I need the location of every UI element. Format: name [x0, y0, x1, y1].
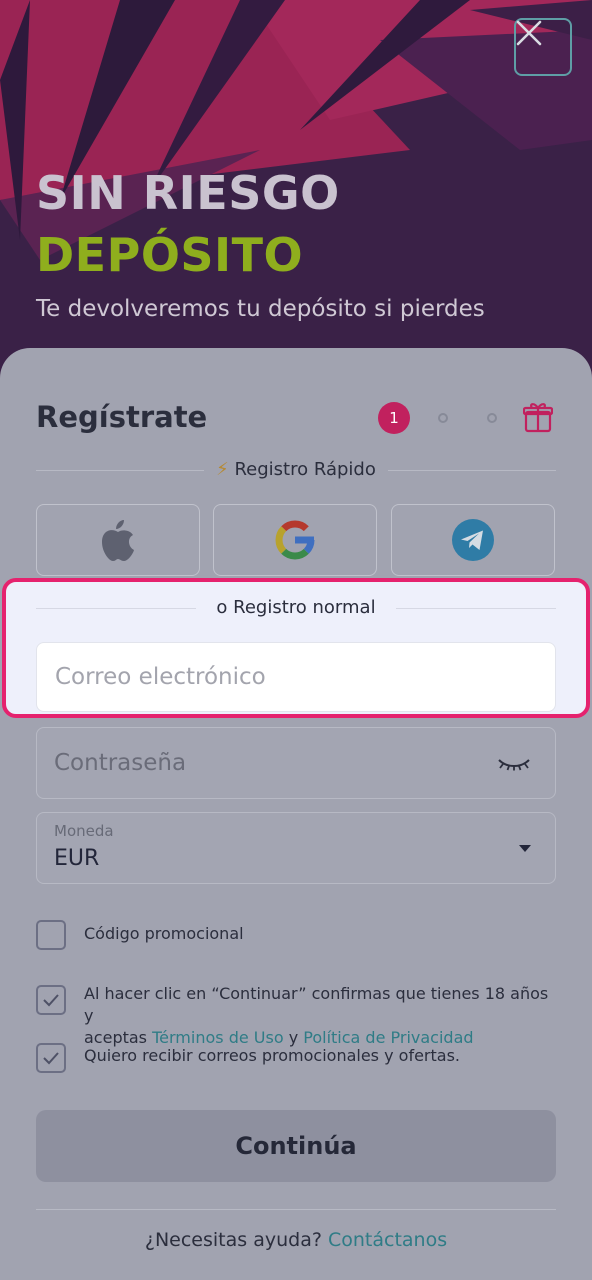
currency-label: Moneda [54, 822, 114, 840]
currency-select[interactable]: Moneda EUR [36, 812, 556, 884]
google-icon [275, 520, 315, 560]
apple-icon [102, 520, 134, 561]
currency-value: EUR [54, 846, 100, 871]
form-title: Regístrate [36, 400, 208, 434]
newsletter-checkbox[interactable] [36, 1043, 66, 1073]
chevron-down-icon [519, 845, 531, 852]
checkmark-icon [43, 994, 59, 1007]
password-input[interactable]: Contraseña [36, 727, 556, 799]
quick-register-text: Registro Rápido [234, 459, 376, 480]
email-input[interactable]: Correo electrónico [36, 642, 556, 712]
telegram-signin-button[interactable] [391, 504, 555, 576]
step-indicator-current: 1 [378, 402, 410, 434]
eye-closed-icon[interactable] [497, 756, 531, 772]
newsletter-label: Quiero recibir correos promocionales y o… [84, 1046, 460, 1065]
terms-prefix: Al hacer clic en “Continuar” confirmas q… [84, 984, 549, 1025]
promo-code-checkbox[interactable] [36, 920, 66, 950]
continue-button[interactable]: Continúa [36, 1110, 556, 1182]
terms-checkbox[interactable] [36, 985, 66, 1015]
email-placeholder: Correo electrónico [55, 664, 266, 690]
lightning-icon: ⚡ [216, 459, 229, 480]
promo-banner: SIN RIESGO DEPÓSITO Te devolveremos tu d… [0, 0, 592, 400]
google-signin-button[interactable] [213, 504, 377, 576]
terms-text: Al hacer clic en “Continuar” confirmas q… [84, 983, 554, 1049]
telegram-icon [452, 519, 494, 561]
contact-link[interactable]: Contáctanos [328, 1229, 447, 1251]
hero-title-line2: DEPÓSITO [36, 228, 304, 282]
normal-register-label: o Registro normal [216, 597, 376, 618]
step-indicator-2 [438, 413, 448, 423]
step-indicator-3 [487, 413, 497, 423]
checkmark-icon [43, 1052, 59, 1065]
divider [36, 1209, 556, 1210]
close-icon [516, 20, 542, 46]
hero-subtitle: Te devolveremos tu depósito si pierdes [36, 296, 485, 322]
password-placeholder: Contraseña [54, 750, 187, 776]
apple-signin-button[interactable] [36, 504, 200, 576]
promo-code-label: Código promocional [84, 924, 244, 943]
quick-register-label: ⚡ Registro Rápido [0, 459, 592, 480]
help-line: ¿Necesitas ayuda? Contáctanos [0, 1229, 592, 1251]
gift-icon [523, 403, 553, 433]
close-button[interactable] [514, 18, 572, 76]
hero-title-line1: SIN RIESGO [36, 166, 340, 220]
help-text: ¿Necesitas ayuda? [144, 1229, 322, 1251]
